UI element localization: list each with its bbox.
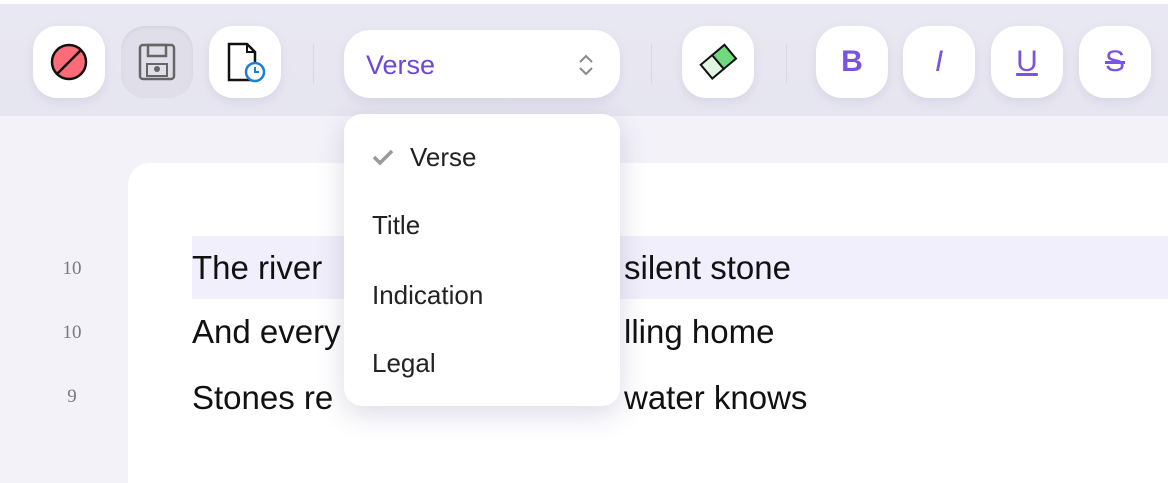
verse-line[interactable]: The river silent stone: [192, 249, 791, 287]
toolbar-divider: [786, 44, 787, 84]
verse-line-end: silent stone: [624, 249, 791, 286]
underline-icon: U: [1016, 45, 1038, 78]
menu-item-title[interactable]: Title: [372, 210, 420, 241]
menu-item-verse[interactable]: Verse: [410, 142, 477, 173]
menu-item-legal[interactable]: Legal: [372, 348, 436, 379]
toolbar-divider: [313, 44, 314, 84]
stop-button[interactable]: [33, 26, 105, 98]
line-number: 9: [67, 386, 77, 407]
line-number: 10: [62, 258, 82, 279]
verse-line-end: water knows: [624, 379, 808, 416]
strikethrough-button[interactable]: S: [1079, 26, 1151, 98]
bold-icon: B: [841, 45, 863, 78]
verse-line-start: Stones re: [192, 379, 334, 416]
no-entry-icon: [50, 43, 88, 81]
style-dropdown-menu: Verse Title Indication Legal: [344, 114, 620, 406]
chevron-up-down-icon: [579, 54, 593, 76]
bold-button[interactable]: B: [816, 26, 888, 98]
history-button[interactable]: [209, 26, 281, 98]
menu-item-indication[interactable]: Indication: [372, 280, 483, 311]
verse-line-start: The river: [192, 249, 323, 286]
verse-line[interactable]: And every lling home: [192, 313, 774, 351]
strikethrough-icon: S: [1104, 45, 1125, 78]
toolbar: Verse B I U S: [0, 0, 1168, 116]
save-icon: [138, 43, 176, 81]
verse-line-end: lling home: [624, 313, 775, 350]
document-history-icon: [227, 42, 266, 83]
eraser-icon: [699, 43, 738, 80]
save-button[interactable]: [121, 26, 193, 98]
verse-line[interactable]: Stones re water knows: [192, 379, 807, 417]
toolbar-divider: [651, 44, 652, 84]
verse-line-start: And every: [192, 313, 341, 350]
underline-button[interactable]: U: [991, 26, 1063, 98]
eraser-button[interactable]: [682, 26, 754, 98]
italic-icon: I: [934, 45, 944, 78]
style-select[interactable]: Verse: [344, 30, 620, 98]
checkmark-icon: [372, 149, 394, 166]
line-number: 10: [62, 322, 82, 343]
italic-button[interactable]: I: [903, 26, 975, 98]
style-select-value: Verse: [366, 50, 436, 80]
